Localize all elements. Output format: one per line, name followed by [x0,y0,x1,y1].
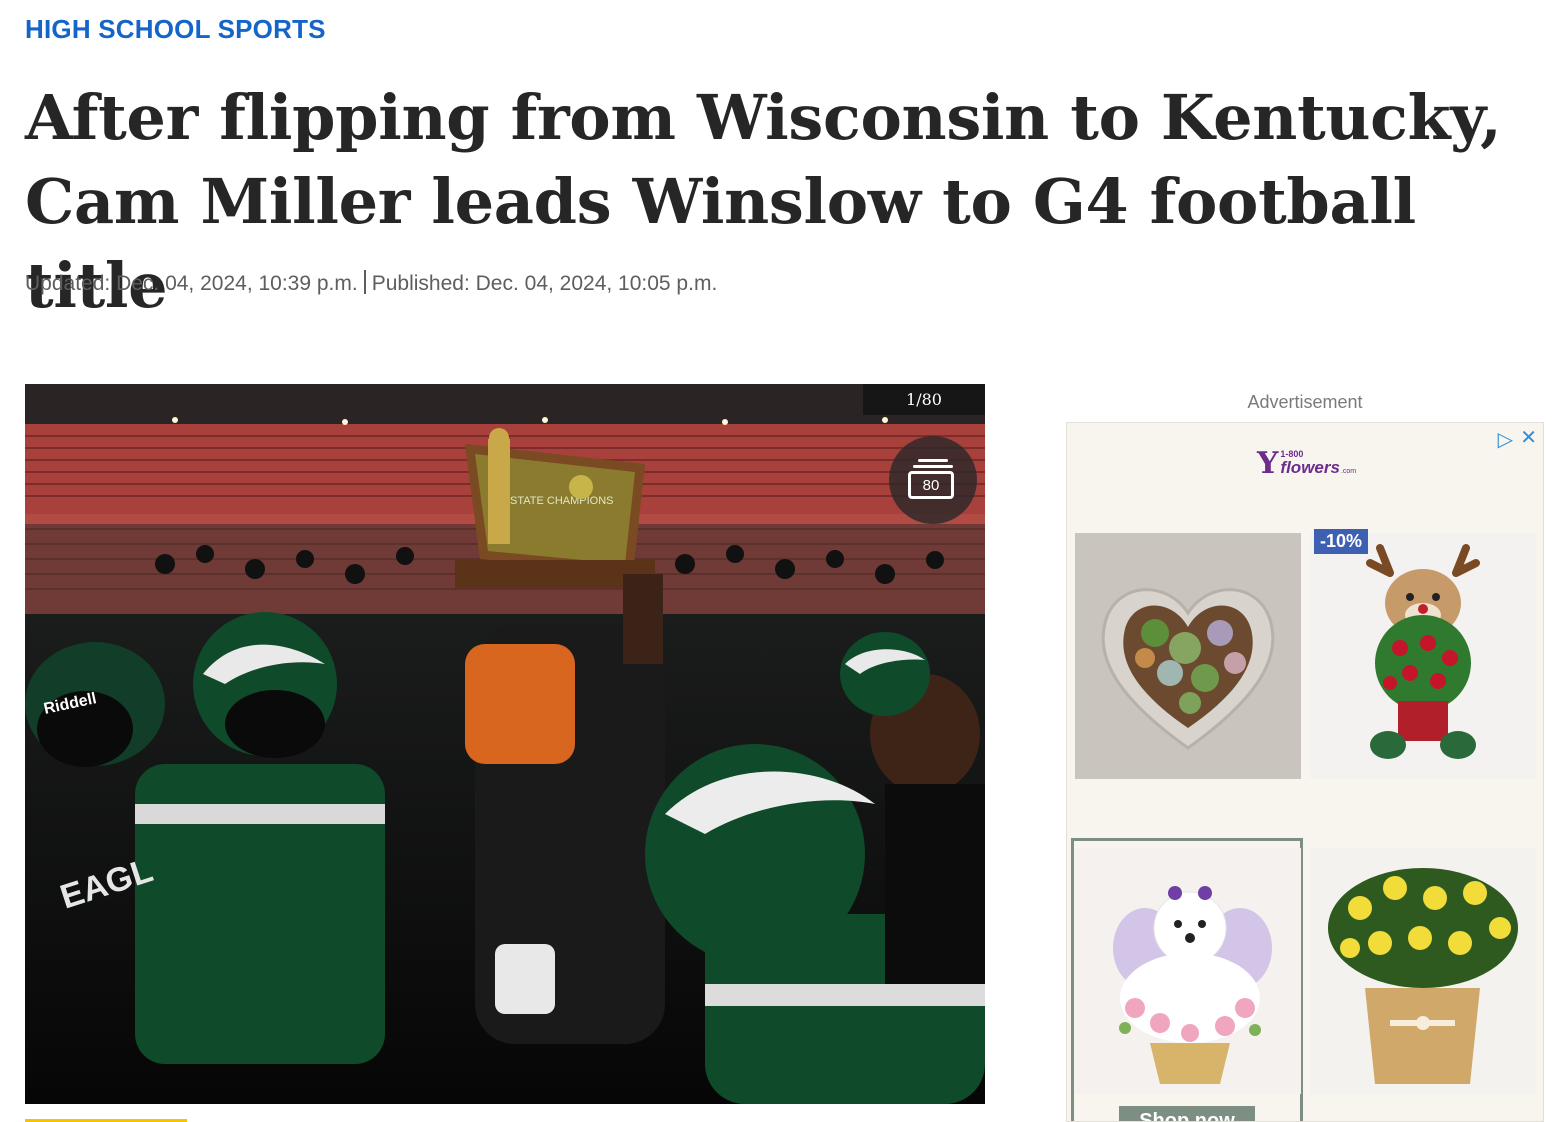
adchoices-icon[interactable]: ▷ [1498,427,1513,452]
dog-bouquet-image [1075,848,1301,1094]
product-tile-dog-bouquet[interactable] [1075,848,1301,1094]
published-date: Published: Dec. 04, 2024, 10:05 p.m. [371,272,718,295]
gallery-grid-button[interactable]: 80 [889,436,977,524]
product-tile-reindeer[interactable] [1310,533,1536,779]
gallery-photo[interactable]: Riddell EAGL STATE CHAMPIONS [25,384,985,1104]
discount-badge: -10% [1314,529,1369,554]
reindeer-plush-image [1310,533,1536,779]
shop-now-button[interactable]: Shop now [1119,1106,1255,1121]
photo-gallery[interactable]: Riddell EAGL STATE CHAMPIONS 1/80 80 [25,384,985,1104]
photo-stack-icon: 80 [908,459,958,501]
ad-container[interactable]: ▷ ✕ Y 1-800 flowers.com -10% Shop now [1066,422,1544,1122]
section-link[interactable]: HIGH SCHOOL SPORTS [25,14,326,45]
brand-name: flowers [1280,458,1340,477]
date-separator [363,270,366,294]
updated-date: Updated: Dec. 04, 2024, 10:39 p.m. [25,272,358,295]
trophy-caption: STATE CHAMPIONS [510,495,614,507]
ad-label: Advertisement [1247,392,1363,412]
gallery-counter: 1/80 [863,384,985,415]
brand-tld: .com [1340,468,1357,475]
dateline: Updated: Dec. 04, 2024, 10:39 p.m. Publis… [25,270,717,296]
succulent-heart-image [1075,533,1301,779]
yellow-roses-image [1310,848,1536,1094]
product-tile-yellow-roses[interactable] [1310,848,1536,1094]
close-icon[interactable]: ✕ [1520,425,1537,450]
photo-count: 80 [908,471,954,499]
product-tile-succulent[interactable] [1075,533,1301,779]
brand-logo[interactable]: Y 1-800 flowers.com [1257,446,1357,481]
flower-logo-icon: Y [1257,446,1279,481]
